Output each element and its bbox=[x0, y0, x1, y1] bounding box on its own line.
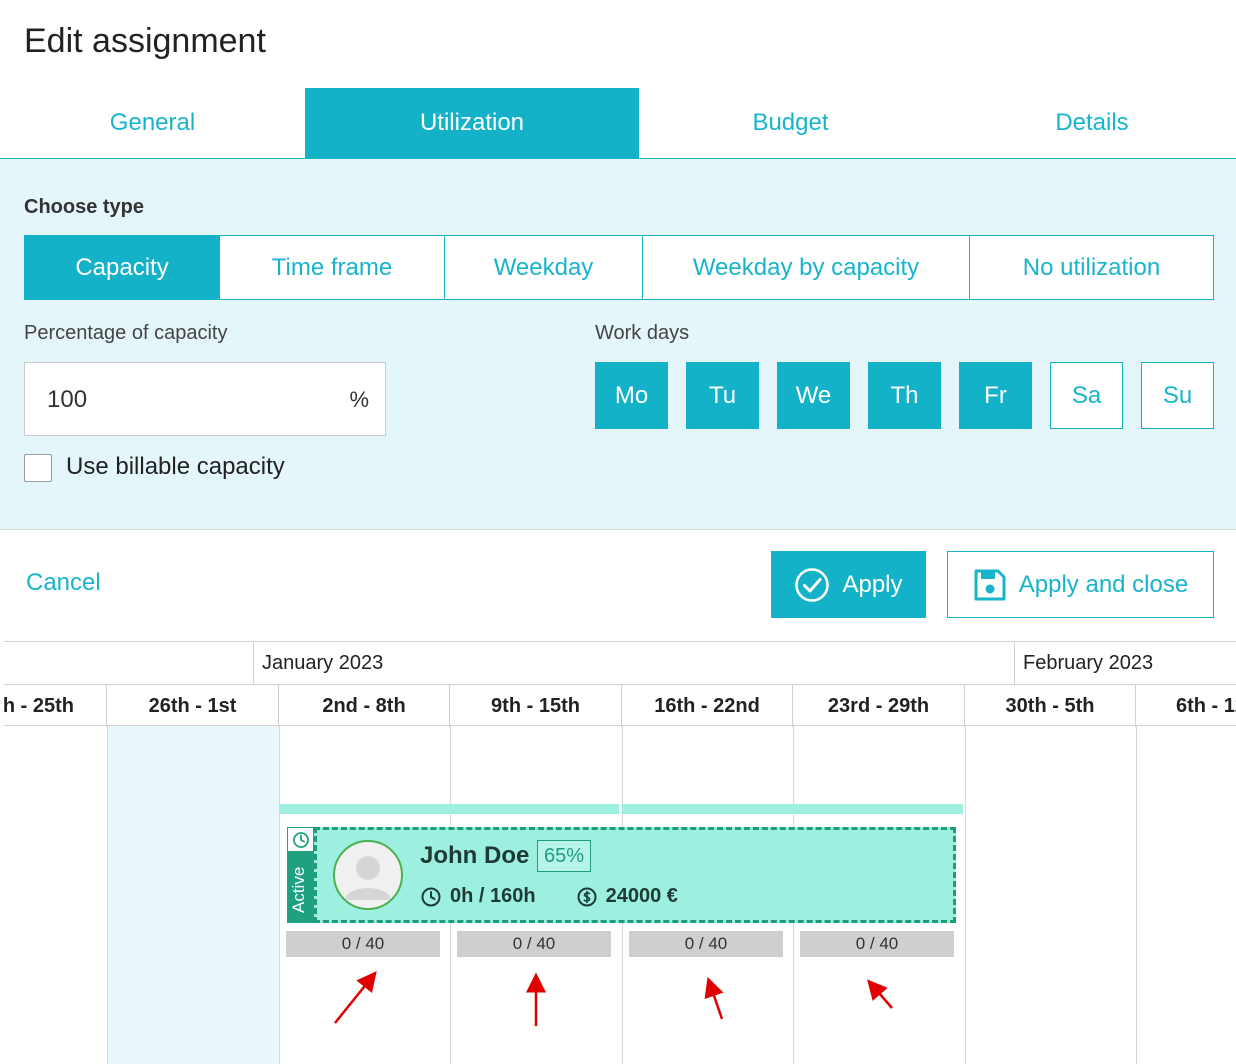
month-january: January 2023 bbox=[253, 642, 1014, 685]
arrow-annotation bbox=[334, 971, 377, 1024]
billable-checkbox[interactable] bbox=[24, 454, 52, 482]
day-friday[interactable]: Fr bbox=[959, 362, 1032, 429]
day-monday[interactable]: Mo bbox=[595, 362, 668, 429]
week-col-5: 23rd - 29th bbox=[793, 685, 965, 727]
percent-suffix: % bbox=[349, 387, 369, 412]
tab-details[interactable]: Details bbox=[942, 88, 1236, 158]
percentage-input[interactable] bbox=[47, 381, 327, 419]
type-weekday[interactable]: Weekday bbox=[445, 236, 643, 299]
status-strip: Active bbox=[287, 827, 314, 923]
week-col-3: 9th - 15th bbox=[450, 685, 622, 727]
day-tuesday[interactable]: Tu bbox=[686, 362, 759, 429]
hours-value: 0h / 160h bbox=[450, 885, 536, 907]
utilization-bar bbox=[622, 804, 963, 814]
week-header: 19th - 25th 26th - 1st 2nd - 8th 9th - 1… bbox=[4, 684, 1236, 727]
day-wednesday[interactable]: We bbox=[777, 362, 850, 429]
type-weekday-by-capacity[interactable]: Weekday by capacity bbox=[643, 236, 970, 299]
week-col-7: 6th - 12th bbox=[1176, 694, 1236, 717]
money-icon bbox=[577, 887, 597, 906]
avatar bbox=[333, 840, 403, 910]
budget-value: 24000 € bbox=[605, 885, 678, 907]
assignment-card[interactable]: Active John Doe 65% 0h / 160h 24000 € bbox=[287, 827, 956, 923]
user-icon bbox=[345, 856, 391, 900]
tab-bar: General Utilization Budget Details bbox=[0, 88, 1236, 159]
percent-badge: 65% bbox=[537, 840, 592, 872]
apply-label: Apply bbox=[842, 570, 903, 598]
apply-and-close-button[interactable]: Apply and close bbox=[947, 551, 1214, 618]
current-week-highlight bbox=[107, 726, 279, 1064]
week-col-1: 26th - 1st bbox=[107, 685, 279, 727]
clock-icon bbox=[287, 827, 314, 852]
tab-budget[interactable]: Budget bbox=[639, 88, 942, 158]
month-header: January 2023 February 2023 bbox=[4, 641, 1236, 685]
type-capacity[interactable]: Capacity bbox=[25, 236, 220, 299]
apply-close-label: Apply and close bbox=[1018, 570, 1189, 598]
day-sunday[interactable]: Su bbox=[1141, 362, 1214, 429]
cancel-button[interactable]: Cancel bbox=[26, 569, 101, 597]
utilization-panel: Choose type Capacity Time frame Weekday … bbox=[0, 159, 1236, 530]
tab-general[interactable]: General bbox=[0, 88, 305, 158]
week-col-6: 30th - 5th bbox=[965, 685, 1136, 727]
check-circle-icon bbox=[795, 567, 830, 602]
month-february: February 2023 bbox=[1014, 642, 1236, 685]
percentage-field: % bbox=[24, 362, 386, 436]
choose-type-label: Choose type bbox=[24, 196, 145, 218]
grid-line bbox=[107, 726, 108, 1064]
assignment-body: John Doe 65% 0h / 160h 24000 € bbox=[314, 827, 956, 923]
day-thursday[interactable]: Th bbox=[868, 362, 941, 429]
grid-line bbox=[1136, 726, 1137, 1064]
week-col-0: 19th - 25th bbox=[4, 685, 107, 727]
workdays-label: Work days bbox=[595, 322, 690, 344]
billable-label: Use billable capacity bbox=[66, 453, 285, 480]
page-title: Edit assignment bbox=[24, 22, 266, 60]
timeline: January 2023 February 2023 19th - 25th 2… bbox=[4, 641, 1236, 1064]
day-saturday[interactable]: Sa bbox=[1050, 362, 1123, 429]
tab-utilization[interactable]: Utilization bbox=[305, 88, 639, 158]
week-hours-cell: 0 / 40 bbox=[629, 931, 783, 957]
arrow-annotation bbox=[867, 979, 893, 1009]
grid-line bbox=[279, 726, 280, 1064]
week-hours-cell: 0 / 40 bbox=[800, 931, 954, 957]
week-hours-cell: 0 / 40 bbox=[457, 931, 611, 957]
assignment-meta: 0h / 160h 24000 € bbox=[420, 885, 678, 908]
apply-button[interactable]: Apply bbox=[771, 551, 926, 618]
type-no-utilization[interactable]: No utilization bbox=[970, 236, 1213, 299]
edit-assignment-dialog: Edit assignment General Utilization Budg… bbox=[0, 0, 1236, 1064]
type-selector: Capacity Time frame Weekday Weekday by c… bbox=[24, 235, 1214, 300]
grid-line bbox=[965, 726, 966, 1064]
week-col-2: 2nd - 8th bbox=[279, 685, 450, 727]
utilization-bar bbox=[279, 804, 619, 814]
arrow-annotation bbox=[704, 976, 724, 1020]
type-time-frame[interactable]: Time frame bbox=[220, 236, 445, 299]
percentage-label: Percentage of capacity bbox=[24, 322, 228, 344]
week-hours-cell: 0 / 40 bbox=[286, 931, 440, 957]
clock-icon bbox=[421, 887, 441, 906]
assignee-name: John Doe bbox=[420, 842, 530, 869]
status-badge: Active bbox=[289, 866, 308, 913]
week-col-4: 16th - 22nd bbox=[622, 685, 793, 727]
save-icon bbox=[974, 569, 1006, 600]
